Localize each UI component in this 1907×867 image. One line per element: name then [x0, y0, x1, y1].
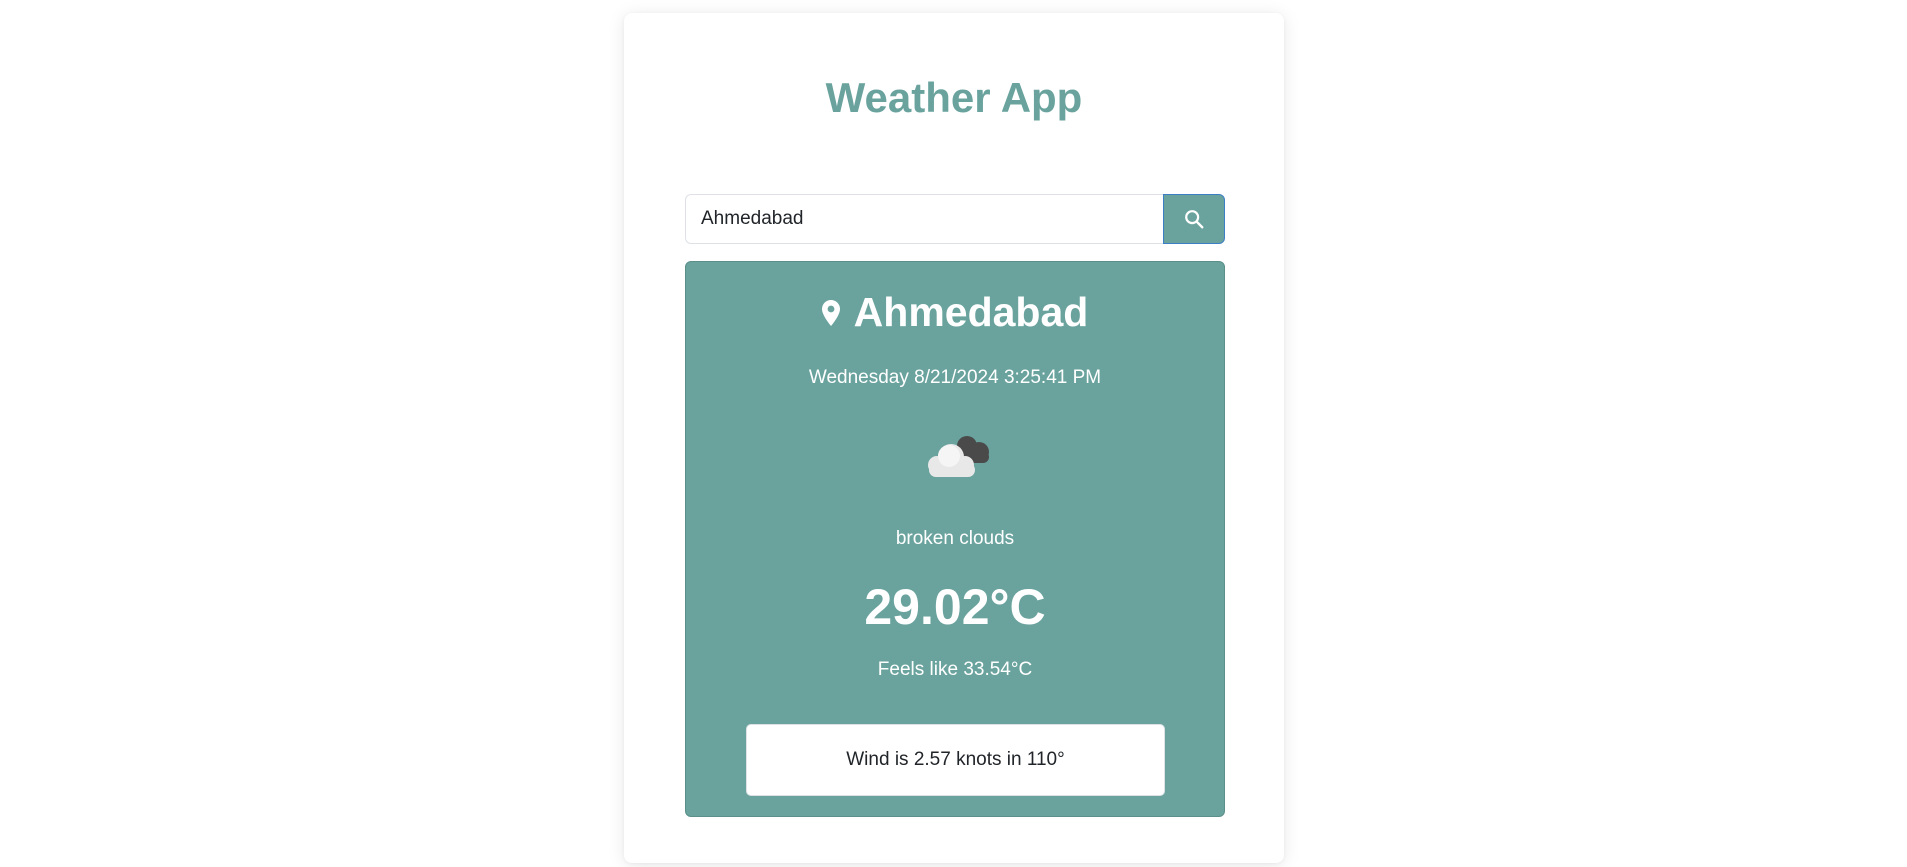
search-bar	[685, 194, 1225, 244]
search-button[interactable]	[1163, 194, 1225, 244]
search-icon	[1185, 210, 1204, 229]
wind-text: Wind is 2.57 knots in 110°	[846, 749, 1065, 770]
wind-info: Wind is 2.57 knots in 110°	[746, 724, 1165, 796]
feels-like: Feels like 33.54°C	[877, 659, 1033, 680]
city-name: Ahmedabad	[853, 289, 1089, 335]
map-pin-icon	[821, 299, 840, 326]
weather-description: broken clouds	[895, 528, 1015, 549]
date-time: Wednesday 8/21/2024 3:25:41 PM	[808, 367, 1102, 388]
app-container: Weather App Ahmedabad Wednesday 8/21/202…	[624, 13, 1284, 863]
page-title: Weather App	[825, 74, 1083, 121]
search-input[interactable]	[685, 194, 1163, 244]
weather-card: Ahmedabad Wednesday 8/21/2024 3:25:41 PM…	[685, 261, 1225, 817]
city-header: Ahmedabad	[686, 292, 1224, 333]
temperature: 29.02°C	[864, 579, 1046, 635]
broken-clouds-icon	[928, 436, 989, 477]
